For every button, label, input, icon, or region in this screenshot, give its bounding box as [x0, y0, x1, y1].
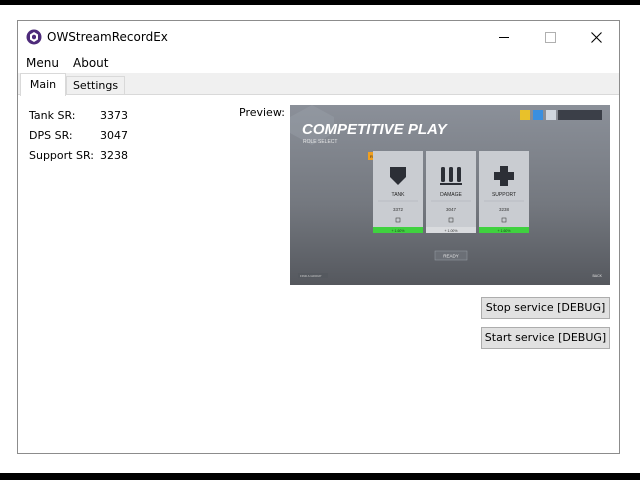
- maximize-icon: [544, 31, 556, 43]
- window-title: OWStreamRecordEx: [47, 30, 168, 44]
- menu-item-menu[interactable]: Menu: [26, 55, 59, 71]
- preview-role-name: SUPPORT: [492, 192, 516, 198]
- tank-sr-label: Tank SR:: [29, 109, 76, 122]
- app-window: OWStreamRecordEx Menu About Main Setting…: [17, 20, 620, 454]
- maximize-button[interactable]: [527, 21, 573, 53]
- preview-ready-text: READY: [443, 254, 459, 259]
- start-service-button[interactable]: Start service [DEBUG]: [481, 327, 610, 349]
- preview-role-name: TANK: [392, 192, 406, 198]
- preview-role-status: + 1.00%: [445, 229, 458, 233]
- preview-role-sr: 3238: [499, 207, 510, 212]
- menu-item-about[interactable]: About: [73, 55, 108, 71]
- stop-service-button[interactable]: Stop service [DEBUG]: [481, 297, 610, 319]
- preview-subheading: ROLE SELECT: [303, 139, 337, 145]
- tab-main[interactable]: Main: [20, 73, 66, 96]
- tab-strip: Main Settings: [18, 73, 619, 96]
- preview-label: Preview:: [239, 106, 285, 119]
- preview-role-status: + 1.60%: [498, 229, 511, 233]
- preview-role-card-damage: DAMAGE 3047 + 1.00%: [426, 151, 476, 233]
- dps-sr-label: DPS SR:: [29, 129, 73, 142]
- letterbox-bottom: [0, 473, 640, 480]
- tank-sr-value: 3373: [100, 109, 128, 122]
- minimize-icon: [499, 37, 509, 38]
- preview-role-sr: 3372: [393, 207, 404, 212]
- minimize-button[interactable]: [481, 21, 527, 53]
- dps-sr-value: 3047: [100, 129, 128, 142]
- preview-role-sr: 3047: [446, 207, 457, 212]
- close-icon: [590, 31, 602, 43]
- close-button[interactable]: [573, 21, 619, 53]
- preview-role-status: + 1.60%: [392, 229, 405, 233]
- support-sr-label: Support SR:: [29, 149, 94, 162]
- preview-role-card-support: SUPPORT 3238 + 1.60%: [479, 151, 529, 233]
- app-icon: [26, 29, 42, 45]
- tab-settings[interactable]: Settings: [66, 76, 125, 95]
- preview-footer-left-text: FIND A GROUP: [300, 274, 321, 278]
- preview-role-card-tank: TANK 3372 + 1.60%: [373, 151, 423, 233]
- menu-bar: Menu About: [18, 53, 619, 73]
- preview-role-name: DAMAGE: [440, 192, 462, 198]
- preview-heading: COMPETITIVE PLAY: [302, 121, 449, 138]
- letterbox-top: [0, 0, 640, 5]
- preview-image: COMPETITIVE PLAY ROLE SELECT RANK LEADER…: [290, 105, 610, 285]
- preview-footer-right-text: BACK: [592, 274, 602, 278]
- support-sr-value: 3238: [100, 149, 128, 162]
- title-bar: OWStreamRecordEx: [18, 21, 619, 53]
